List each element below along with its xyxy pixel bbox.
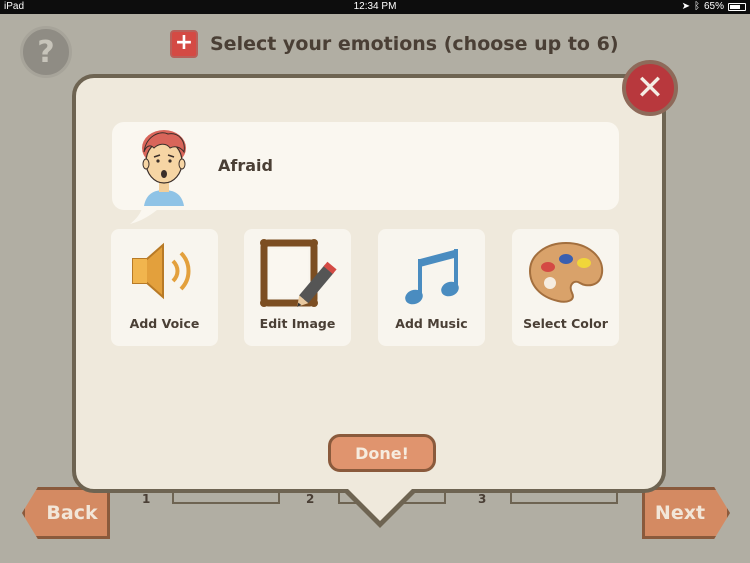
status-bar: iPad 12:34 PM ➤ ᛒ 65% [0,0,750,14]
help-button[interactable]: ? [20,26,72,78]
modal-pointer-inner [345,486,415,521]
emotion-name: Afraid [218,156,273,175]
next-button[interactable]: Next [642,487,730,539]
select-color-label: Select Color [523,316,608,331]
slot-number: 1 [142,492,151,506]
question-mark-icon: ? [37,34,55,70]
afraid-face-icon [142,130,186,206]
plus-icon[interactable]: + [170,30,198,58]
clock: 12:34 PM [353,1,397,12]
add-music-label: Add Music [395,316,468,331]
speaker-icon [131,242,190,300]
slot-number: 3 [478,492,487,506]
battery-percent: 65% [703,1,724,12]
add-voice-label: Add Voice [129,316,200,331]
back-button[interactable]: Back [22,487,110,539]
done-button[interactable]: Done! [328,434,436,472]
close-icon: ✕ [635,68,665,108]
add-music-button[interactable]: Add Music [378,229,485,346]
add-voice-button[interactable]: Add Voice [111,229,218,346]
music-note-icon [404,249,459,305]
close-button[interactable]: ✕ [622,60,678,116]
battery-icon [728,2,746,11]
paint-palette-icon [528,241,603,303]
select-color-button[interactable]: Select Color [512,229,619,346]
slot-number: 2 [306,492,315,506]
edit-image-label: Edit Image [259,316,336,331]
title-row: + Select your emotions (choose up to 6) [170,30,619,58]
status-right: ➤ ᛒ 65% [682,1,746,12]
edit-image-button[interactable]: Edit Image [244,229,351,346]
bluetooth-icon: ᛒ [693,1,700,12]
page-title: Select your emotions (choose up to 6) [210,33,619,55]
picture-frame-pencil-icon [259,239,337,307]
location-icon: ➤ [681,1,690,12]
